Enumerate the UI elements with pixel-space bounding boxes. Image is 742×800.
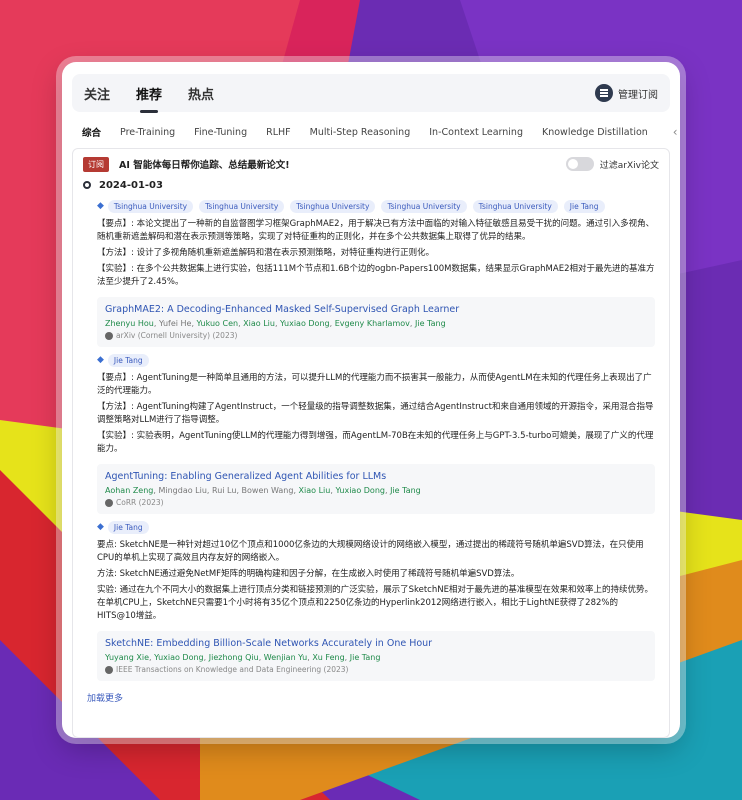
paper-title-link[interactable]: SketchNE: Embedding Billion-Scale Networ… xyxy=(105,637,647,651)
globe-icon xyxy=(105,499,113,507)
summary-paragraph: 【实验】: 实验表明，AgentTuning使LLM的代理能力得到增强，而Age… xyxy=(97,431,654,454)
date-label: 2024-01-03 xyxy=(99,179,163,191)
tag-list: ◆ Jie Tang xyxy=(97,518,655,536)
paper-card[interactable]: SketchNE: Embedding Billion-Scale Networ… xyxy=(97,631,655,681)
author-name[interactable]: Jie Tang xyxy=(390,486,421,495)
author-name[interactable]: Jie Tang xyxy=(415,319,446,328)
subscribe-badge[interactable]: 订阅 xyxy=(83,156,109,172)
paper-title-link[interactable]: GraphMAE2: A Decoding-Enhanced Masked Se… xyxy=(105,303,647,317)
recommendation-panel: 关注 推荐 热点 管理订阅 综合 Pre-Training Fine-Tunin… xyxy=(62,62,680,738)
author-name[interactable]: Aohan Zeng xyxy=(105,486,153,495)
category-rlhf[interactable]: RLHF xyxy=(266,127,291,138)
subscribe-text: AI 智能体每日帮你追踪、总结最新论文! xyxy=(119,160,290,171)
paper-card[interactable]: AgentTuning: Enabling Generalized Agent … xyxy=(97,464,655,514)
summary-paragraph: 实验: 通过在九个不同大小的数据集上进行顶点分类和链接预测的广泛实验，展示了Sk… xyxy=(97,585,653,621)
paper-card[interactable]: GraphMAE2: A Decoding-Enhanced Masked Se… xyxy=(97,297,655,347)
tab-recommend[interactable]: 推荐 xyxy=(136,84,162,113)
tag-icon: ◆ xyxy=(97,201,104,211)
author-name[interactable]: Jie Tang xyxy=(350,653,381,662)
subscribe-bar: 订阅 AI 智能体每日帮你追踪、总结最新论文! 过滤arXiv论文 xyxy=(73,149,669,173)
paper-venue: IEEE Transactions on Knowledge and Data … xyxy=(105,664,647,676)
tag-chip[interactable]: Jie Tang xyxy=(107,520,149,534)
date-header: 2024-01-03 xyxy=(73,173,669,193)
menu-icon xyxy=(595,84,613,102)
venue-text: CoRR (2023) xyxy=(116,498,164,507)
author-name[interactable]: Jiezhong Qiu xyxy=(209,653,259,662)
paper-title-link[interactable]: AgentTuning: Enabling Generalized Agent … xyxy=(105,470,647,484)
globe-icon xyxy=(105,332,113,340)
tag-chip[interactable]: Jie Tang xyxy=(107,353,149,367)
author-name[interactable]: Evgeny Kharlamov xyxy=(335,319,410,328)
category-fine-tuning[interactable]: Fine-Tuning xyxy=(194,127,247,138)
author-name[interactable]: Yuxiao Dong xyxy=(335,486,385,495)
feed-item: ◆ Jie Tang 要点: SketchNE是一种针对超过10亿个顶点和1000亿… xyxy=(73,514,669,681)
category-all[interactable]: 综合 xyxy=(82,125,101,139)
tag-list: ◆ Tsinghua University Tsinghua University T… xyxy=(97,197,655,215)
category-scroll-controls: ‹ › xyxy=(667,125,680,139)
category-pre-training[interactable]: Pre-Training xyxy=(120,127,175,138)
feed-item: ◆ Jie Tang 【要点】: AgentTuning是一种简单且通用的方法，可以… xyxy=(73,347,669,514)
summary-paragraph: 【要点】: AgentTuning是一种简单且通用的方法，可以提升LLM的代理能… xyxy=(97,373,652,396)
tag-list: ◆ Jie Tang xyxy=(97,351,655,369)
tag-chip[interactable]: Tsinghua University xyxy=(381,199,467,213)
author-name: Yufei He xyxy=(158,319,192,328)
tab-follow[interactable]: 关注 xyxy=(84,84,110,103)
paper-authors: Yuyang Xie, Yuxiao Dong, Jiezhong Qiu, W… xyxy=(105,653,381,662)
tag-icon: ◆ xyxy=(97,355,104,365)
summary-paragraph: 【要点】: 本论文提出了一种新的自监督图学习框架GraphMAE2，用于解决已有… xyxy=(97,219,655,242)
author-name[interactable]: Yuyang Xie xyxy=(105,653,149,662)
summary-paragraph: 【方法】: 设计了多视角随机重新遮盖解码和潜在表示预测策略，对特征重构进行正则化… xyxy=(97,248,435,258)
paper-authors: Aohan Zeng, Mingdao Liu, Rui Lu, Bowen W… xyxy=(105,486,421,495)
filter-arxiv-label: 过滤arXiv论文 xyxy=(599,160,659,171)
author-name[interactable]: Wenjian Yu xyxy=(264,653,307,662)
author-name[interactable]: Zhenyu Hou xyxy=(105,319,154,328)
category-tabs: 综合 Pre-Training Fine-Tuning RLHF Multi-S… xyxy=(82,122,678,142)
tag-chip[interactable]: Jie Tang xyxy=(563,199,605,213)
author-name[interactable]: Xiao Liu xyxy=(243,319,275,328)
tag-chip[interactable]: Tsinghua University xyxy=(107,199,194,213)
feed-item: ◆ Tsinghua University Tsinghua University T… xyxy=(73,193,669,347)
manage-subscriptions-button[interactable]: 管理订阅 xyxy=(595,84,658,102)
filter-arxiv-toggle[interactable] xyxy=(565,157,594,171)
tab-hot[interactable]: 热点 xyxy=(188,84,214,103)
filter-arxiv: 过滤arXiv论文 xyxy=(565,157,659,171)
category-in-context-learning[interactable]: In-Context Learning xyxy=(429,127,523,138)
category-multi-step-reasoning[interactable]: Multi-Step Reasoning xyxy=(310,127,411,138)
tag-chip[interactable]: Tsinghua University xyxy=(290,199,376,213)
category-knowledge-distillation[interactable]: Knowledge Distillation xyxy=(542,127,648,138)
globe-icon xyxy=(105,666,113,674)
author-name[interactable]: Yukuo Cen xyxy=(197,319,239,328)
summary-paragraph: 方法: SketchNE通过避免NetMF矩阵的明确构建和因子分解，在生成嵌入时… xyxy=(97,569,520,579)
venue-text: IEEE Transactions on Knowledge and Data … xyxy=(116,665,349,674)
timeline-dot-icon xyxy=(83,181,91,189)
venue-text: arXiv (Cornell University) (2023) xyxy=(116,331,238,340)
paper-venue: arXiv (Cornell University) (2023) xyxy=(105,330,647,342)
load-more-link[interactable]: 加载更多 xyxy=(73,681,669,714)
top-nav: 关注 推荐 热点 管理订阅 xyxy=(72,74,670,113)
paper-venue: CoRR (2023) xyxy=(105,497,647,509)
chevron-left-icon[interactable]: ‹ xyxy=(673,125,678,139)
author-name[interactable]: Xiao Liu xyxy=(299,486,331,495)
summary-paragraph: 【方法】: AgentTuning构建了AgentInstruct，一个轻量级的… xyxy=(97,402,654,425)
author-name[interactable]: Yuxiao Dong xyxy=(154,653,204,662)
tag-chip[interactable]: Tsinghua University xyxy=(199,199,285,213)
author-name: Mingdao Liu xyxy=(158,486,207,495)
manage-label: 管理订阅 xyxy=(618,89,658,101)
summary-paragraph: 要点: SketchNE是一种针对超过10亿个顶点和1000亿条边的大规模网络设… xyxy=(97,540,644,563)
tag-chip[interactable]: Tsinghua University xyxy=(472,199,558,213)
author-name[interactable]: Xu Feng xyxy=(312,653,344,662)
tag-icon: ◆ xyxy=(97,522,104,532)
paper-feed: 订阅 AI 智能体每日帮你追踪、总结最新论文! 过滤arXiv论文 2024-0… xyxy=(72,148,670,738)
author-name: Bowen Wang xyxy=(241,486,294,495)
author-name: Rui Lu xyxy=(212,486,237,495)
author-name[interactable]: Yuxiao Dong xyxy=(280,319,330,328)
paper-authors: Zhenyu Hou, Yufei He, Yukuo Cen, Xiao Li… xyxy=(105,319,446,328)
summary-paragraph: 【实验】: 在多个公共数据集上进行实验，包括111M个节点和1.6B个边的ogb… xyxy=(97,264,655,287)
